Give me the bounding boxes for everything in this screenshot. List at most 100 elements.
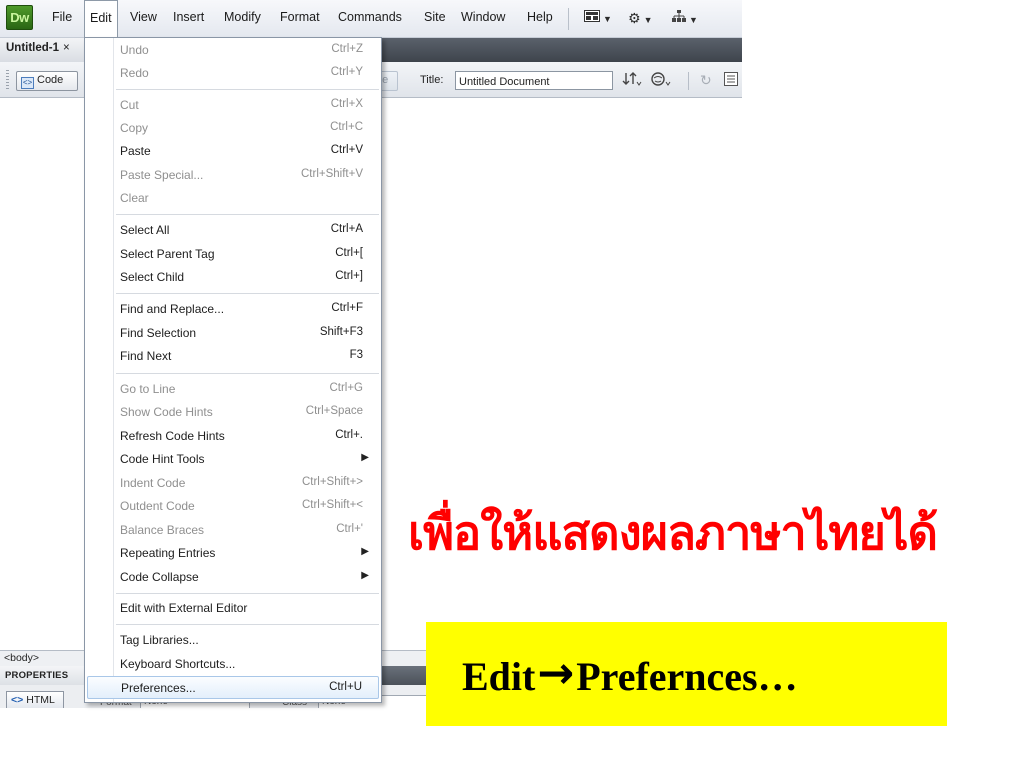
menu-bar: Dw File Edit View Insert Modify Format C… (0, 0, 742, 38)
menu-item-label: Cut (120, 98, 139, 112)
toolbar-grip-icon[interactable] (6, 70, 9, 90)
menu-window[interactable]: Window (461, 10, 505, 24)
right-arrow-icon: → (537, 648, 575, 699)
menu-item-find-selection[interactable]: Find Selection Shift+F3 (87, 322, 379, 345)
menu-item-shortcut: Ctrl+X (330, 98, 363, 110)
menu-commands[interactable]: Commands (338, 10, 402, 24)
menu-item-refresh-code-hints[interactable]: Refresh Code Hints Ctrl+. (87, 425, 379, 448)
menu-item-show-code-hints[interactable]: Show Code Hints Ctrl+Space (87, 401, 379, 424)
menu-insert[interactable]: Insert (173, 10, 204, 24)
menu-item-select-child[interactable]: Select Child Ctrl+] (87, 266, 379, 289)
html-properties-button[interactable]: <> HTML (6, 691, 64, 708)
menu-view[interactable]: View (130, 10, 157, 24)
menu-item-label: Copy (120, 121, 149, 135)
edit-menu-dropdown: Undo Ctrl+Z Redo Ctrl+Y Cut Ctrl+X Copy Ctrl… (84, 37, 382, 703)
sitemap-icon[interactable]: ▼ (672, 10, 698, 26)
menu-item-label: Select Child (120, 270, 185, 284)
menu-item-label: Redo (120, 66, 149, 80)
thai-caption: เพื่อให้แสดงผลภาษาไทยได้ (408, 506, 938, 561)
menu-item-label: Repeating Entries (120, 546, 216, 560)
menu-item-label: Paste (120, 144, 151, 158)
menu-item-shortcut: Ctrl+' (336, 523, 363, 535)
menu-edit[interactable]: Edit (84, 0, 118, 38)
menu-item-outdent-code[interactable]: Outdent Code Ctrl+Shift+< (87, 495, 379, 518)
menu-item-label: Edit with External Editor (120, 601, 248, 615)
menu-item-tag-libraries[interactable]: Tag Libraries... (87, 629, 379, 652)
code-view-label: Code (37, 74, 64, 86)
menu-separator (116, 373, 379, 374)
menu-item-cut[interactable]: Cut Ctrl+X (87, 94, 379, 117)
menu-item-shortcut: Ctrl+] (335, 270, 363, 282)
menu-item-shortcut: Ctrl+Z (331, 43, 363, 55)
callout-edit: Edit (462, 654, 536, 699)
menu-item-select-parent-tag[interactable]: Select Parent Tag Ctrl+[ (87, 243, 379, 266)
menu-item-label: Outdent Code (120, 499, 195, 513)
menu-separator (116, 593, 379, 594)
menu-separator (116, 293, 379, 294)
menu-item-preferences[interactable]: Preferences... Ctrl+U (87, 676, 379, 699)
menu-item-shortcut: Shift+F3 (319, 326, 363, 338)
submenu-arrow-icon: ▶ (361, 452, 369, 463)
menu-item-paste[interactable]: Paste Ctrl+V (87, 140, 379, 163)
menu-item-label: Go to Line (120, 382, 176, 396)
tab-label: Untitled-1 (6, 42, 60, 54)
menu-item-select-all[interactable]: Select All Ctrl+A (87, 219, 379, 242)
html-button-label: HTML (26, 694, 55, 706)
menu-item-undo[interactable]: Undo Ctrl+Z (87, 39, 379, 62)
menu-item-code-hint-tools[interactable]: Code Hint Tools ▶ (87, 448, 379, 471)
gear-icon[interactable]: ⚙ ▼ (628, 10, 652, 27)
view-options-icon[interactable] (724, 72, 738, 89)
menu-item-label: Paste Special... (120, 168, 204, 182)
dreamweaver-logo-icon: Dw (6, 5, 33, 30)
file-management-icon[interactable] (622, 72, 642, 89)
menu-item-redo[interactable]: Redo Ctrl+Y (87, 62, 379, 85)
tag-selector-body[interactable]: <body> (4, 652, 39, 664)
menu-item-paste-special[interactable]: Paste Special... Ctrl+Shift+V (87, 164, 379, 187)
menu-separator (568, 8, 569, 30)
refresh-icon[interactable]: ↻ (700, 72, 712, 89)
menu-item-label: Tag Libraries... (120, 633, 199, 647)
code-view-button[interactable]: <> Code (16, 71, 78, 91)
menu-item-label: Undo (120, 43, 149, 57)
menu-item-shortcut: Ctrl+U (329, 681, 362, 693)
slide: Dw File Edit View Insert Modify Format C… (0, 0, 1024, 768)
menu-item-indent-code[interactable]: Indent Code Ctrl+Shift+> (87, 472, 379, 495)
menu-item-find-and-replace[interactable]: Find and Replace... Ctrl+F (87, 298, 379, 321)
menu-item-find-next[interactable]: Find Next F3 (87, 345, 379, 368)
code-view-icon: <> (21, 77, 34, 89)
preview-browser-icon[interactable] (651, 72, 673, 89)
menu-help[interactable]: Help (527, 10, 553, 24)
menu-site[interactable]: Site (424, 10, 446, 24)
menu-item-code-collapse[interactable]: Code Collapse ▶ (87, 566, 379, 589)
menu-item-shortcut: Ctrl+C (330, 121, 363, 133)
title-label: Title: (420, 74, 444, 86)
menu-item-label: Preferences... (121, 681, 196, 695)
menu-item-clear[interactable]: Clear (87, 187, 379, 210)
tab-untitled-1[interactable]: Untitled-1 × (0, 38, 86, 62)
menu-item-shortcut: F3 (349, 349, 363, 361)
menu-item-copy[interactable]: Copy Ctrl+C (87, 117, 379, 140)
callout-text: Edit→Prefernces… (462, 644, 798, 704)
menu-item-label: Select Parent Tag (120, 247, 215, 261)
menu-item-label: Select All (120, 223, 170, 237)
menu-item-label: Code Collapse (120, 570, 199, 584)
menu-item-label: Find Next (120, 349, 172, 363)
menu-item-label: Clear (120, 191, 149, 205)
properties-panel-title[interactable]: PROPERTIES (0, 666, 84, 685)
menu-file[interactable]: File (52, 10, 72, 24)
menu-item-shortcut: Ctrl+. (335, 429, 363, 441)
menu-item-edit-with-external-editor[interactable]: Edit with External Editor (87, 597, 379, 620)
menu-separator (116, 624, 379, 625)
menu-item-go-to-line[interactable]: Go to Line Ctrl+G (87, 378, 379, 401)
menu-format[interactable]: Format (280, 10, 320, 24)
document-title-input[interactable] (455, 71, 613, 90)
menu-modify[interactable]: Modify (224, 10, 261, 24)
menu-item-repeating-entries[interactable]: Repeating Entries ▶ (87, 542, 379, 565)
layout-icon[interactable]: ▼ (584, 10, 612, 25)
menu-item-balance-braces[interactable]: Balance Braces Ctrl+' (87, 519, 379, 542)
callout-preferences: Prefernces… (576, 654, 798, 699)
menu-item-label: Keyboard Shortcuts... (120, 657, 236, 671)
menu-item-label: Find and Replace... (120, 302, 225, 316)
close-icon[interactable]: × (63, 42, 70, 54)
menu-item-keyboard-shortcuts[interactable]: Keyboard Shortcuts... (87, 653, 379, 676)
